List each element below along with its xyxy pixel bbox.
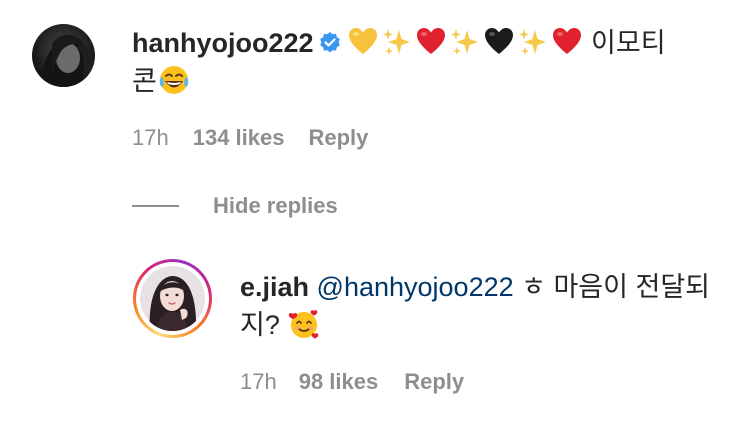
smiling-face-with-hearts-icon (289, 310, 319, 339)
comment-reply-button[interactable]: Reply (308, 124, 368, 152)
black-heart-icon (484, 28, 513, 54)
story-ring-avatar[interactable] (133, 259, 212, 338)
hide-replies-divider (132, 205, 179, 207)
comment-time: 17h (132, 125, 169, 150)
reply-time: 17h (240, 369, 277, 394)
hide-replies-button[interactable]: Hide replies (132, 192, 338, 220)
comment-text-part1: 이모티 (583, 28, 666, 58)
face-with-tears-of-joy-icon (159, 66, 189, 94)
comment-username[interactable]: hanhyojoo222 (132, 28, 314, 58)
avatar[interactable] (32, 24, 95, 87)
sparkles-icon (450, 29, 478, 55)
reply-meta: 17h 98 likes Reply (240, 368, 464, 396)
comment-likes[interactable]: 134 likes (193, 124, 285, 152)
yellow-heart-icon (348, 28, 377, 54)
comment-text: hanhyojoo222 이모티콘 (132, 24, 732, 100)
avatar-photo (140, 266, 205, 331)
reply-likes[interactable]: 98 likes (299, 368, 379, 396)
verified-badge-icon (319, 32, 340, 53)
reply-mention-link[interactable]: @hanhyojoo222 (317, 272, 514, 302)
reply-text: e.jiah @hanhyojoo222 ㅎ 마음이 전달되지? (240, 268, 735, 344)
reply-text-part1: ㅎ 마음이 전달되 (513, 272, 711, 302)
sparkles-icon (518, 29, 546, 55)
avatar (140, 266, 205, 331)
comment-meta: 17h 134 likes Reply (132, 124, 368, 152)
red-heart-icon (552, 28, 581, 54)
reply-username[interactable]: e.jiah (240, 272, 309, 302)
comment-text-part2: 콘 (132, 66, 157, 96)
sparkles-icon (382, 29, 410, 55)
reply-reply-button[interactable]: Reply (404, 368, 464, 396)
hide-replies-label: Hide replies (213, 193, 338, 218)
red-heart-icon (416, 28, 445, 54)
reply-text-part2: 지? (240, 310, 288, 340)
comment-thread: hanhyojoo222 이모티 콘 17h 134 likes Reply H… (0, 0, 751, 421)
avatar-photo (32, 24, 95, 87)
